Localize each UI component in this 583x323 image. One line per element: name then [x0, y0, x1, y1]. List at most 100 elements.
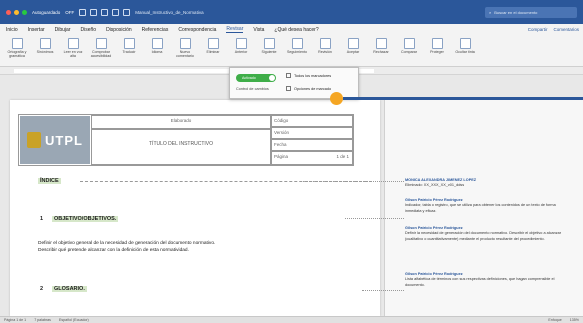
- tab-correspondencia[interactable]: Correspondencia: [178, 27, 216, 33]
- ribbon-button-label: Nuevo comentario: [176, 50, 194, 58]
- all-markup-option[interactable]: Todos los marcadores: [286, 73, 331, 78]
- utpl-seal-icon: [27, 132, 42, 148]
- document-header-table: UTPL Elaborado TÍTULO DEL INSTRUCTIVO Có…: [18, 114, 354, 166]
- home-icon[interactable]: [79, 8, 87, 16]
- delete-comment-icon: [207, 38, 219, 49]
- ribbon-button-next-comment[interactable]: Siguiente: [258, 38, 280, 55]
- focus-mode-button[interactable]: Enfoque: [548, 318, 561, 322]
- track-changes-toggle[interactable]: Activado: [236, 74, 276, 82]
- index-heading[interactable]: ÍNDICE: [38, 178, 61, 184]
- search-box[interactable]: ⌕ Buscar en el documento: [485, 6, 577, 18]
- ribbon-button-hide-ink[interactable]: Ocultar tinta: [454, 38, 476, 55]
- tab-dibujar[interactable]: Dibujar: [55, 27, 71, 33]
- translate-icon: [123, 38, 135, 49]
- comment-1[interactable]: MONICA ALEXANDRA JIMENEZ LOPEZ Eliminado…: [405, 178, 565, 189]
- tab-diseno[interactable]: Diseño: [80, 27, 96, 33]
- ribbon-button-label: Siguiente: [261, 50, 277, 54]
- section-title-objetivo[interactable]: OBJETIVO/OBJETIVOS.: [52, 216, 119, 222]
- spellcheck-icon: [11, 38, 23, 49]
- ribbon-tabs: Inicio Insertar Dibujar Diseño Disposici…: [0, 24, 583, 35]
- ribbon-button-delete-comment[interactable]: Eliminar: [202, 38, 224, 55]
- ribbon-button-track-changes[interactable]: Seguimiento: [286, 38, 308, 55]
- tab-disposicion[interactable]: Disposición: [106, 27, 132, 33]
- toggle-knob: [269, 75, 275, 81]
- comment-connector: [300, 181, 404, 182]
- markup-options-option[interactable]: Opciones de marcado: [286, 86, 331, 91]
- objective-paragraph[interactable]: Definir el objetivo general de la necesi…: [38, 240, 358, 254]
- ribbon-button-label: Ocultar tinta: [455, 50, 475, 54]
- comment-4[interactable]: Gilson Patricio Pérez Rodríguez Lista al…: [405, 272, 565, 288]
- share-button[interactable]: Compartir: [528, 27, 548, 32]
- page-indicator[interactable]: Página 1 de 1: [4, 318, 26, 322]
- comment-3[interactable]: Gilson Patricio Pérez Rodríguez Definir …: [405, 226, 565, 242]
- ribbon-button-new-comment[interactable]: Nuevo comentario: [174, 38, 196, 59]
- redo-icon[interactable]: [112, 8, 120, 16]
- accept-icon: [347, 38, 359, 49]
- pointer-highlight: [330, 92, 343, 105]
- print-icon[interactable]: [123, 8, 131, 16]
- ribbon-button-label: Proteger: [430, 50, 444, 54]
- word-window: Autoguardado OFF Manual_Instructivo_de_N…: [0, 0, 583, 323]
- ribbon-button-accessibility[interactable]: Comprobar accesibilidad: [90, 38, 112, 59]
- ribbon-button-review-pane[interactable]: Revisión: [314, 38, 336, 55]
- header-role-cell: Elaborado: [91, 115, 271, 129]
- tab-tell-me[interactable]: ¿Qué desea hacer?: [274, 27, 318, 33]
- read-aloud-icon: [67, 38, 79, 49]
- undo-icon[interactable]: [101, 8, 109, 16]
- close-window-button[interactable]: [6, 9, 11, 15]
- header-field-codigo: Código: [271, 115, 353, 127]
- word-count[interactable]: 7 palabras: [34, 318, 51, 322]
- reject-icon: [375, 38, 387, 49]
- previous-comment-icon: [235, 38, 247, 49]
- ribbon-button-label: Comparar: [401, 50, 417, 54]
- ribbon-button-label: Aceptar: [346, 50, 360, 54]
- window-controls: [6, 9, 27, 15]
- ribbon-button-read-aloud[interactable]: Leer en voz alta: [62, 38, 84, 59]
- ribbon-button-label: Seguimiento: [287, 50, 307, 54]
- document-title-text: TÍTULO DEL INSTRUCTIVO: [149, 141, 213, 147]
- comment-2[interactable]: Gilson Patricio Pérez Rodríguez Indicado…: [405, 198, 565, 214]
- tab-revisar[interactable]: Revisar: [226, 26, 244, 33]
- section-number: 2: [40, 286, 44, 292]
- tab-referencias[interactable]: Referencias: [142, 27, 169, 33]
- section-title-glosario[interactable]: GLOSARIO.: [52, 286, 87, 292]
- ribbon-button-label: Anterior: [234, 50, 248, 54]
- track-changes-icon: [291, 38, 303, 49]
- next-comment-icon: [263, 38, 275, 49]
- tab-insertar[interactable]: Insertar: [28, 27, 45, 33]
- tab-vista[interactable]: Vista: [253, 27, 264, 33]
- ribbon-button-label: Sinónimos: [36, 50, 54, 54]
- minimize-window-button[interactable]: [14, 9, 19, 15]
- status-bar: Página 1 de 1 7 palabras Español (Ecuado…: [0, 316, 583, 323]
- language-indicator[interactable]: Español (Ecuador): [59, 318, 89, 322]
- review-ribbon: Ortografía y gramática Sinónimos Leer en v…: [0, 35, 583, 67]
- header-field-pagina: Página 1 de 1: [271, 151, 353, 165]
- comments-button[interactable]: Comentarios: [553, 27, 579, 32]
- quick-access-toolbar: [79, 8, 131, 16]
- ribbon-button-label: Ortografía y gramática: [7, 50, 27, 58]
- ribbon-button-protect[interactable]: Proteger: [426, 38, 448, 55]
- save-icon[interactable]: [90, 8, 98, 16]
- ribbon-button-label: Idioma: [151, 50, 163, 54]
- ribbon-button-label: Revisión: [318, 50, 332, 54]
- ribbon-button-compare[interactable]: Comparar: [398, 38, 420, 55]
- document-title: Manual_Instructivo_de_Normativa: [135, 9, 204, 15]
- ribbon-button-spellcheck[interactable]: Ortografía y gramática: [6, 38, 28, 59]
- search-icon: ⌕: [489, 9, 492, 15]
- ribbon-button-label: Eliminar: [206, 50, 220, 54]
- ribbon-button-language[interactable]: Idioma: [146, 38, 168, 55]
- header-field-version: Versión: [271, 127, 353, 139]
- accessibility-icon: [95, 38, 107, 49]
- zoom-level[interactable]: 135%: [570, 318, 579, 322]
- ribbon-button-previous-comment[interactable]: Anterior: [230, 38, 252, 55]
- ribbon-button-translate[interactable]: Traducir: [118, 38, 140, 55]
- ribbon-button-reject[interactable]: Rechazar: [370, 38, 392, 55]
- document-page[interactable]: UTPL Elaborado TÍTULO DEL INSTRUCTIVO Có…: [10, 100, 380, 316]
- tab-inicio[interactable]: Inicio: [6, 27, 18, 33]
- track-changes-label: Control de cambios: [236, 87, 269, 91]
- ribbon-button-thesaurus[interactable]: Sinónimos: [34, 38, 56, 55]
- ribbon-button-accept[interactable]: Aceptar: [342, 38, 364, 55]
- header-title-cell: TÍTULO DEL INSTRUCTIVO: [91, 129, 271, 165]
- maximize-window-button[interactable]: [22, 9, 27, 15]
- autosave-toggle[interactable]: OFF: [65, 10, 74, 15]
